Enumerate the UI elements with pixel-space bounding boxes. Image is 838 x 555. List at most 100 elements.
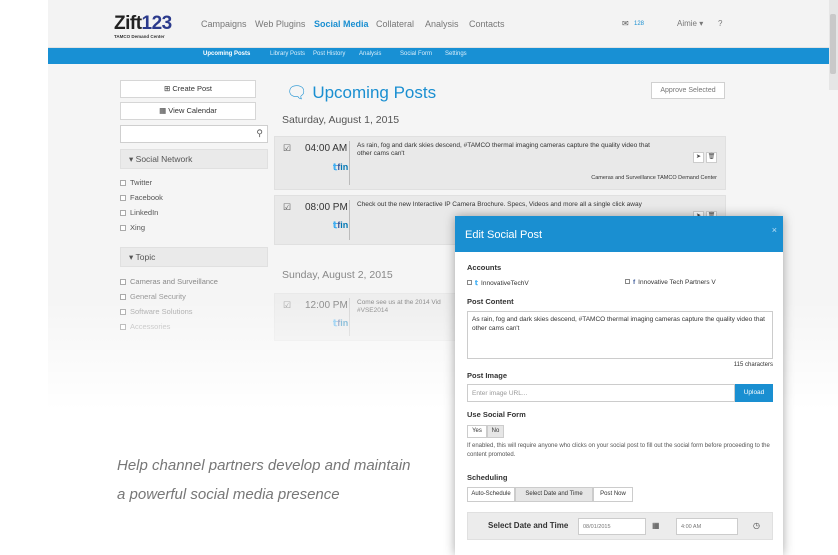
nav-web-plugins[interactable]: Web Plugins [255, 19, 305, 29]
sub-nav: Upcoming Posts Library Posts Post Histor… [48, 48, 838, 64]
character-count: 115 characters [733, 362, 773, 368]
tab-post-history[interactable]: Post History [313, 51, 345, 57]
scheduling-label: Scheduling [467, 473, 508, 482]
account-twitter[interactable]: 𝕥 InnovativeTechV [467, 279, 529, 287]
checkbox[interactable] [120, 225, 126, 232]
social-form-label: Use Social Form [467, 410, 526, 419]
post-content-textarea[interactable]: As rain, fog and dark skies descend, #TA… [467, 311, 773, 359]
topic-header[interactable]: ▾ Topic [120, 247, 268, 267]
modal-header: Edit Social Post × [455, 216, 783, 252]
post-now-option[interactable]: Post Now [593, 487, 633, 502]
checkbox[interactable] [120, 180, 126, 187]
check-icon[interactable]: ☑ [283, 143, 291, 154]
checkbox[interactable] [120, 210, 126, 217]
filter-label: General Security [130, 292, 186, 301]
checkbox[interactable] [120, 195, 126, 202]
post-tags: Cameras and Surveillance TAMCO Demand Ce… [591, 175, 717, 181]
modal-title: Edit Social Post [465, 229, 543, 241]
checkbox[interactable] [625, 279, 630, 284]
filter-facebook[interactable]: Facebook [120, 193, 163, 202]
nav-analysis[interactable]: Analysis [425, 19, 459, 29]
comments-icon: 🗨 [286, 83, 308, 102]
clock-icon[interactable]: ◷ [753, 521, 760, 530]
filter-accessories[interactable]: Accessories [120, 322, 170, 331]
checkbox[interactable] [120, 294, 126, 301]
auto-schedule-option[interactable]: Auto-Schedule [467, 487, 515, 502]
topic-label: Topic [135, 252, 156, 262]
user-menu[interactable]: Aimie ▾ [677, 19, 703, 28]
page-title: 🗨 Upcoming Posts [286, 83, 436, 103]
view-calendar-button[interactable]: ▦ View Calendar [120, 102, 256, 120]
social-icons: 𝕥fin [333, 162, 348, 173]
nav-campaigns[interactable]: Campaigns [201, 19, 247, 29]
sidebar-search-input[interactable]: ⚲ [120, 125, 268, 143]
tab-library-posts[interactable]: Library Posts [270, 51, 305, 57]
caret-down-icon: ▾ [129, 154, 134, 164]
social-network-header[interactable]: ▾ Social Network [120, 149, 268, 169]
nav-social-media[interactable]: Social Media [314, 19, 369, 29]
check-icon[interactable]: ☑ [283, 300, 291, 311]
divider [349, 298, 350, 336]
nav-collateral[interactable]: Collateral [376, 19, 414, 29]
checkbox[interactable] [120, 324, 126, 331]
filter-software[interactable]: Software Solutions [120, 307, 193, 316]
calendar-icon: ▦ [159, 106, 167, 115]
image-url-input[interactable]: Enter image URL... [467, 384, 735, 402]
scrollbar[interactable] [829, 0, 838, 90]
checkbox[interactable] [467, 280, 472, 285]
social-form-help: If enabled, this will require anyone who… [467, 443, 770, 458]
logo-subtitle: TAMCO Demand Center [114, 34, 165, 39]
upload-button[interactable]: Upload [735, 384, 773, 402]
plus-square-icon: ⊞ [164, 84, 171, 93]
filter-cameras[interactable]: Cameras and Surveillance [120, 277, 218, 286]
mail-icon[interactable]: ✉ [622, 19, 629, 28]
filter-label: Cameras and Surveillance [130, 277, 218, 286]
date-time-label: Select Date and Time [488, 521, 569, 530]
tagline-line-2: a powerful social media presence [117, 486, 340, 503]
check-icon[interactable]: ☑ [283, 202, 291, 213]
tab-upcoming-posts[interactable]: Upcoming Posts [203, 51, 250, 57]
social-form-no[interactable]: No [487, 425, 504, 438]
post-time: 08:00 PM [305, 202, 348, 213]
filter-twitter[interactable]: Twitter [120, 178, 152, 187]
post-text: Check out the new Interactive IP Camera … [357, 201, 642, 208]
approve-selected-button[interactable]: Approve Selected [651, 82, 725, 99]
create-post-button[interactable]: ⊞ Create Post [120, 80, 256, 98]
filter-label: Xing [130, 223, 146, 232]
checkbox[interactable] [120, 309, 126, 316]
date-heading: Sunday, August 2, 2015 [282, 269, 393, 281]
post-time: 12:00 PM [305, 300, 348, 311]
logo-text: Zift [114, 13, 142, 34]
logo[interactable]: Zift123 [114, 13, 172, 35]
calendar-icon[interactable]: ▦ [652, 521, 660, 530]
tagline-line-1: Help channel partners develop and mainta… [117, 457, 411, 474]
post-content-label: Post Content [467, 297, 514, 306]
post-actions: ➤🗑 [691, 145, 717, 163]
account-facebook[interactable]: f Innovative Tech Partners V [625, 279, 716, 286]
filter-xing[interactable]: Xing [120, 223, 145, 232]
send-icon[interactable]: ➤ [693, 152, 704, 163]
trash-icon[interactable]: 🗑 [706, 152, 717, 163]
tab-settings[interactable]: Settings [445, 51, 467, 57]
checkbox[interactable] [120, 279, 126, 286]
social-icons: 𝕥fin [333, 220, 348, 231]
social-form-yes[interactable]: Yes [467, 425, 487, 438]
nav-contacts[interactable]: Contacts [469, 19, 505, 29]
account-name: Innovative Tech Partners V [638, 279, 716, 286]
post-card[interactable]: ☑ 04:00 AM As rain, fog and dark skies d… [274, 136, 726, 190]
scrollbar-thumb[interactable] [830, 14, 836, 74]
help-icon[interactable]: ? [718, 19, 722, 28]
tab-social-form[interactable]: Social Form [400, 51, 432, 57]
search-icon[interactable]: ⚲ [256, 128, 263, 139]
close-icon[interactable]: × [772, 225, 777, 235]
mail-count: 128 [634, 21, 645, 27]
top-bar: Zift123 TAMCO Demand Center Campaigns We… [48, 0, 838, 48]
filter-general-security[interactable]: General Security [120, 292, 186, 301]
edit-social-post-modal: Edit Social Post × Accounts 𝕥 InnovativeT… [455, 216, 783, 555]
date-input[interactable]: 08/01/2015 [578, 518, 646, 535]
date-time-bar: Select Date and Time 08/01/2015 ▦ 4:00 A… [467, 512, 773, 540]
tab-analysis[interactable]: Analysis [359, 51, 381, 57]
filter-linkedin[interactable]: LinkedIn [120, 208, 158, 217]
select-date-time-option[interactable]: Select Date and Time [515, 487, 593, 502]
time-input[interactable]: 4:00 AM [676, 518, 738, 535]
